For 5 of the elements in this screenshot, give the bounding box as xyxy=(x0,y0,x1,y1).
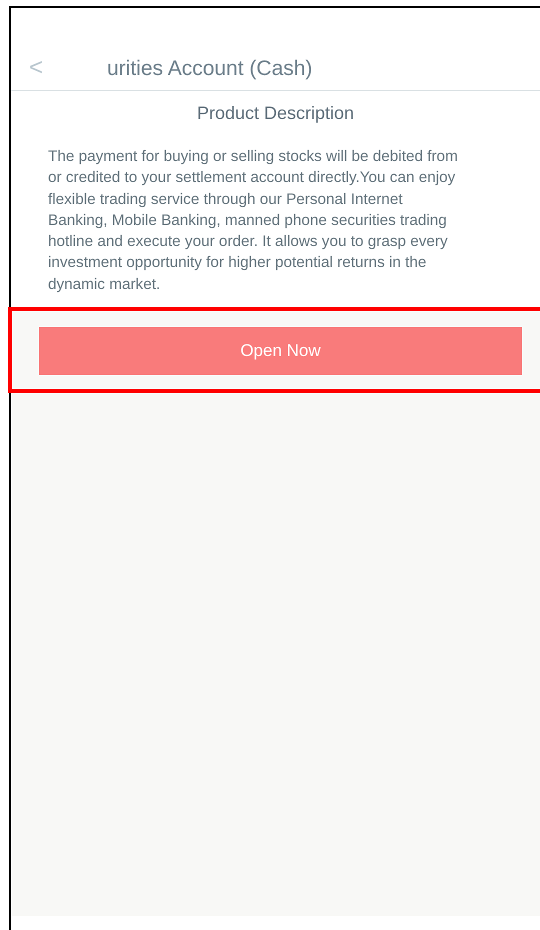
page-title: urities Account (Cash) xyxy=(107,57,312,81)
description-text: The payment for buying or selling stocks will be debited from or credited to your settlement account directly.You can enjoy flexible trading service through our Personal Internet Banking, Mobile Banking, manned phone securities trading hotline and execute your order. It allows you to grasp every investment opportunity for higher potential returns in the dynamic market. xyxy=(48,147,459,295)
section-heading: Product Description xyxy=(196,103,354,124)
back-button[interactable]: < xyxy=(29,55,83,81)
open-now-button[interactable]: Open Now xyxy=(39,327,522,376)
